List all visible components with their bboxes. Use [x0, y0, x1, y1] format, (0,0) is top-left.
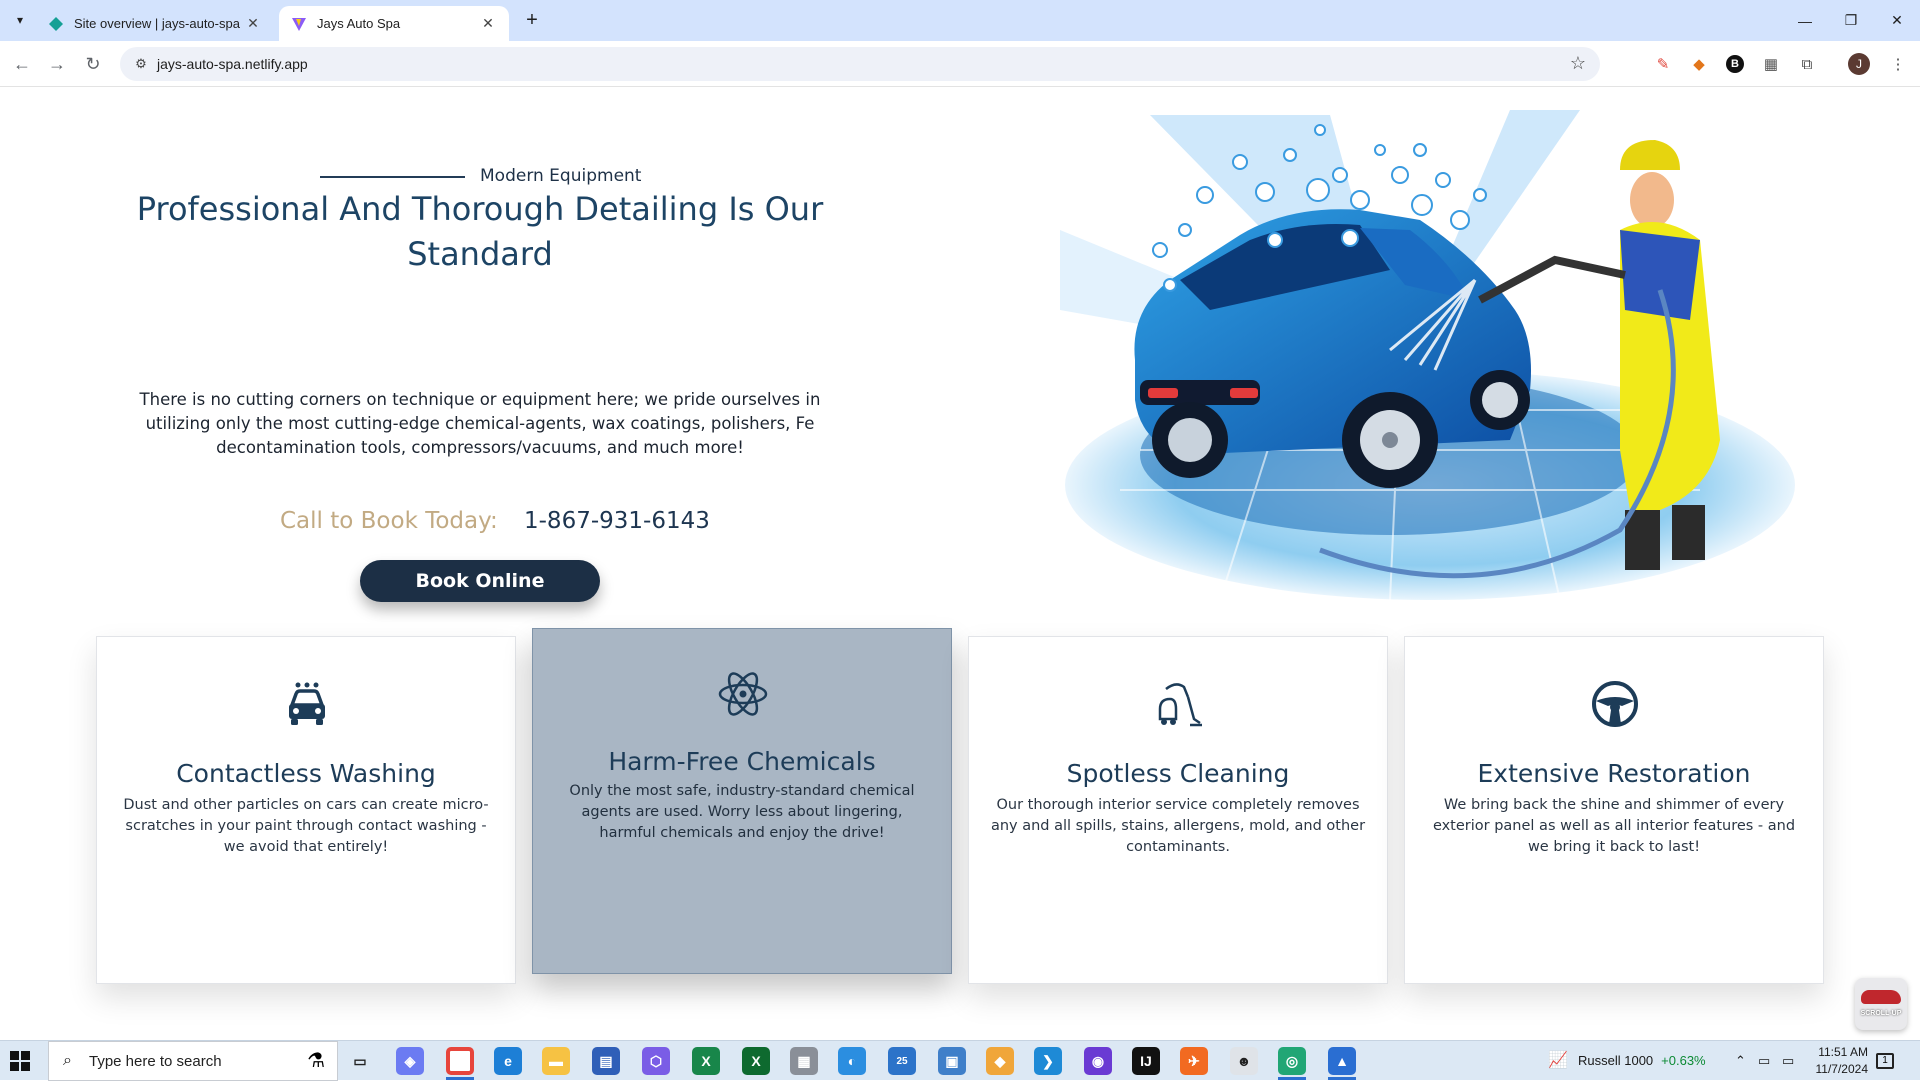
mail-icon[interactable]: 25 — [888, 1047, 916, 1075]
windows-taskbar: ⌕ Type here to search ⚗ ▭ ◈ e ▬ ▤ ⬡ X X … — [0, 1040, 1920, 1081]
file-explorer-icon[interactable]: ▬ — [542, 1047, 570, 1075]
notification-count: 1 — [1876, 1053, 1894, 1069]
notification-icon[interactable]: 1 — [1876, 1050, 1900, 1072]
restore-icon[interactable]: ❐ — [1828, 0, 1874, 41]
system-clock[interactable]: 11:51 AM 11/7/2024 — [1798, 1044, 1869, 1078]
remote-app-icon[interactable]: ◎ — [1278, 1047, 1306, 1075]
reload-icon[interactable]: ↻ — [81, 52, 105, 76]
shield-app-icon[interactable]: ◉ — [1084, 1047, 1112, 1075]
feature-title: Extensive Restoration — [1477, 759, 1751, 788]
tab-site-overview[interactable]: Site overview | jays-auto-spa | N ✕ — [36, 6, 274, 41]
page-headline: Professional And Thorough Detailing Is O… — [136, 190, 824, 273]
eyebrow-divider — [320, 176, 465, 178]
postman-icon[interactable]: ✈ — [1180, 1047, 1208, 1075]
address-bar[interactable]: ⚙ jays-auto-spa.netlify.app ☆ — [120, 47, 1600, 81]
search-icon: ⌕ — [63, 1052, 72, 1069]
call-to-book-label: Call to Book Today: — [280, 508, 498, 534]
tab-title: Site overview | jays-auto-spa | N — [74, 16, 244, 31]
windows-start-icon[interactable] — [10, 1051, 30, 1071]
eyebrow-text: Modern Equipment — [480, 166, 642, 186]
car-wash-illustration — [1060, 110, 1795, 601]
feature-card-contactless-washing[interactable]: Contactless Washing Dust and other parti… — [96, 636, 516, 984]
excel-green-icon[interactable]: X — [742, 1047, 770, 1075]
phone-number[interactable]: 1-867-931-6143 — [524, 508, 710, 534]
vacuum-icon — [1158, 683, 1202, 727]
tab-title: Jays Auto Spa — [317, 16, 401, 31]
excel-icon[interactable]: X — [692, 1047, 720, 1075]
feature-card-spotless-cleaning[interactable]: Spotless Cleaning Our thorough interior … — [968, 636, 1388, 984]
atom-icon — [718, 672, 768, 716]
bookmark-star-icon[interactable]: ☆ — [1570, 53, 1586, 74]
steering-wheel-icon — [1592, 681, 1638, 727]
vscode-icon[interactable]: ❯ — [1034, 1047, 1062, 1075]
close-tab-icon[interactable]: ✕ — [479, 15, 497, 32]
clock-date: 11/7/2024 — [1815, 1062, 1869, 1076]
science-flasks-icon: ⚗ — [307, 1050, 325, 1072]
display-icon[interactable]: ▭ — [1782, 1053, 1794, 1069]
stock-widget[interactable]: Russell 1000 +0.63% — [1578, 1053, 1706, 1068]
store-icon[interactable]: ▤ — [592, 1047, 620, 1075]
photos-icon[interactable]: ▲ — [1328, 1047, 1356, 1075]
feature-title: Spotless Cleaning — [1066, 759, 1290, 788]
minimize-icon[interactable]: — — [1782, 0, 1828, 41]
book-online-button[interactable]: Book Online — [360, 560, 600, 602]
stock-change: +0.63% — [1661, 1053, 1706, 1068]
network-icon[interactable]: ▭ — [1758, 1053, 1770, 1069]
netlify-favicon-icon — [49, 16, 63, 31]
tab-search-dropdown-icon[interactable]: ▾ — [9, 9, 31, 31]
red-car-icon — [1861, 990, 1901, 1004]
close-window-icon[interactable]: ✕ — [1874, 0, 1920, 41]
site-info-icon[interactable]: ⚙ — [132, 55, 150, 73]
qr-extension-icon[interactable]: ▦ — [1759, 52, 1783, 76]
cube-app-icon[interactable]: ⬡ — [642, 1047, 670, 1075]
paint-app-icon[interactable]: ☻ — [1230, 1047, 1258, 1075]
copilot-icon[interactable]: ◈ — [396, 1047, 424, 1075]
b-extension-icon[interactable]: B — [1723, 52, 1747, 76]
cloud-app-icon[interactable]: ◐ — [838, 1047, 866, 1075]
chrome-icon[interactable] — [446, 1047, 474, 1075]
menu-dots-icon[interactable]: ⋮ — [1886, 52, 1910, 76]
close-tab-icon[interactable]: ✕ — [244, 15, 262, 32]
scroll-up-button[interactable]: SCROLL-UP — [1855, 978, 1907, 1030]
feature-body: Dust and other particles on cars can cre… — [123, 797, 489, 855]
back-icon[interactable]: ← — [10, 52, 34, 76]
window-app-icon[interactable]: ▣ — [938, 1047, 966, 1075]
feature-card-harm-free-chemicals[interactable]: Harm-Free Chemicals Only the most safe, … — [532, 628, 952, 974]
vite-favicon-icon — [292, 17, 306, 31]
url-text[interactable]: jays-auto-spa.netlify.app — [157, 47, 308, 81]
edge-icon[interactable]: e — [494, 1047, 522, 1075]
feature-title: Contactless Washing — [176, 759, 436, 788]
chevron-up-icon[interactable]: ⌃ — [1735, 1053, 1746, 1069]
clock-time: 11:51 AM — [1818, 1045, 1868, 1059]
feature-card-extensive-restoration[interactable]: Extensive Restoration We bring back the … — [1404, 636, 1824, 984]
stock-chart-icon: 📈 — [1548, 1052, 1568, 1069]
profile-initial: J — [1848, 53, 1870, 75]
feature-body: Only the most safe, industry-standard ch… — [569, 783, 915, 841]
feature-title: Harm-Free Chemicals — [608, 747, 876, 776]
metamask-extension-icon[interactable]: ◆ — [1687, 52, 1711, 76]
diamond-app-icon[interactable]: ◆ — [986, 1047, 1014, 1075]
scroll-up-label: SCROLL-UP — [1860, 1010, 1902, 1017]
search-placeholder: Type here to search — [89, 1053, 222, 1070]
hero-description: There is no cutting corners on technique… — [139, 390, 821, 457]
browser-tab-bar: ▾ Site overview | jays-auto-spa | N ✕ Ja… — [0, 0, 1920, 41]
browser-toolbar: ← → ↻ ⚙ jays-auto-spa.netlify.app ☆ ✎ ◆ … — [0, 41, 1920, 87]
feature-body: We bring back the shine and shimmer of e… — [1432, 797, 1796, 855]
pen-extension-icon[interactable]: ✎ — [1651, 52, 1675, 76]
new-tab-button[interactable]: + — [520, 8, 544, 32]
profile-avatar[interactable]: J — [1847, 52, 1871, 76]
feature-body: Our thorough interior service completely… — [990, 797, 1366, 855]
task-view-icon[interactable]: ▭ — [346, 1047, 374, 1075]
extensions-puzzle-icon[interactable]: ⧉ — [1795, 52, 1819, 76]
forward-icon[interactable]: → — [45, 52, 69, 76]
taskbar-search-box[interactable]: ⌕ Type here to search ⚗ — [48, 1041, 338, 1081]
stock-name: Russell 1000 — [1578, 1053, 1654, 1068]
car-wash-icon — [289, 682, 325, 725]
mail-badge: 25 — [896, 1055, 908, 1067]
calculator-icon[interactable]: ▦ — [790, 1047, 818, 1075]
tab-jays-auto-spa[interactable]: Jays Auto Spa ✕ — [279, 6, 509, 41]
intellij-icon[interactable]: IJ — [1132, 1047, 1160, 1075]
